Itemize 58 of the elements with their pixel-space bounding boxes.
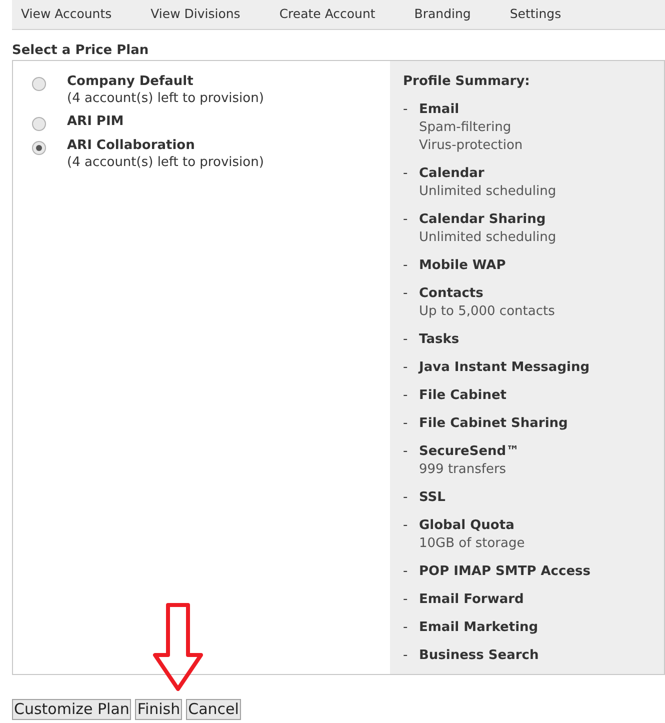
bullet-dash: - [403, 563, 409, 581]
plan-note: (4 account(s) left to provision) [67, 154, 264, 171]
feature-detail: 999 transfers [419, 461, 508, 479]
feature-name: Contacts [419, 285, 484, 303]
action-button[interactable]: Cancel [186, 699, 241, 720]
plan-name: ARI PIM [67, 113, 124, 130]
feature-name: Email Marketing [419, 619, 538, 637]
bullet-dash: - [403, 257, 409, 275]
nav-link[interactable]: View Accounts [21, 4, 112, 24]
nav-link[interactable]: Branding [414, 4, 471, 24]
feature-name: Tasks [419, 331, 460, 349]
down-arrow-icon [152, 603, 204, 691]
radio-button[interactable] [32, 77, 46, 91]
plan-name: Company Default [67, 73, 194, 90]
bullet-dash: - [403, 517, 409, 535]
nav-link[interactable]: View Divisions [150, 4, 240, 24]
feature-name: Calendar [419, 165, 486, 183]
feature-detail: Unlimited scheduling [419, 229, 556, 247]
feature-detail: Unlimited scheduling [419, 183, 556, 201]
bullet-dash: - [403, 285, 409, 303]
radio-button[interactable] [32, 141, 46, 155]
feature-name: Email [419, 101, 460, 119]
feature-detail: 10GB of storage [419, 535, 525, 553]
summary-title: Profile Summary: [403, 73, 531, 90]
bullet-dash: - [403, 591, 409, 609]
nav-link[interactable]: Settings [510, 4, 562, 24]
bullet-dash: - [403, 165, 409, 183]
action-button[interactable]: Finish [135, 699, 182, 720]
feature-name: File Cabinet Sharing [419, 415, 568, 433]
feature-name: Business Search [419, 647, 539, 665]
bullet-dash: - [403, 647, 409, 665]
feature-name: Global Quota [419, 517, 516, 535]
feature-detail: Virus-protection [419, 137, 523, 155]
bullet-dash: - [403, 489, 409, 507]
feature-name: SecureSend™ [419, 443, 520, 461]
feature-name: POP IMAP SMTP Access [419, 563, 591, 581]
plan-name: ARI Collaboration [67, 137, 196, 154]
feature-name: Email Forward [419, 591, 524, 609]
bullet-dash: - [403, 415, 409, 433]
bullet-dash: - [403, 387, 409, 405]
feature-name: Java Instant Messaging [419, 359, 590, 377]
radio-button[interactable] [32, 117, 46, 131]
nav-link[interactable]: Create Account [279, 4, 376, 24]
feature-detail: Spam-filtering [419, 119, 512, 137]
feature-detail: Up to 5,000 contacts [419, 303, 555, 321]
feature-name: SSL [419, 489, 446, 507]
bullet-dash: - [403, 359, 409, 377]
bullet-dash: - [403, 443, 409, 461]
section-title: Select a Price Plan [12, 42, 150, 60]
plan-note: (4 account(s) left to provision) [67, 90, 264, 107]
bullet-dash: - [403, 101, 409, 119]
feature-name: File Cabinet [419, 387, 506, 405]
bullet-dash: - [403, 211, 409, 229]
bullet-dash: - [403, 619, 409, 637]
feature-name: Mobile WAP [419, 257, 506, 275]
bullet-dash: - [403, 331, 409, 349]
feature-name: Calendar Sharing [419, 211, 547, 229]
action-button[interactable]: Customize Plan [12, 699, 132, 720]
